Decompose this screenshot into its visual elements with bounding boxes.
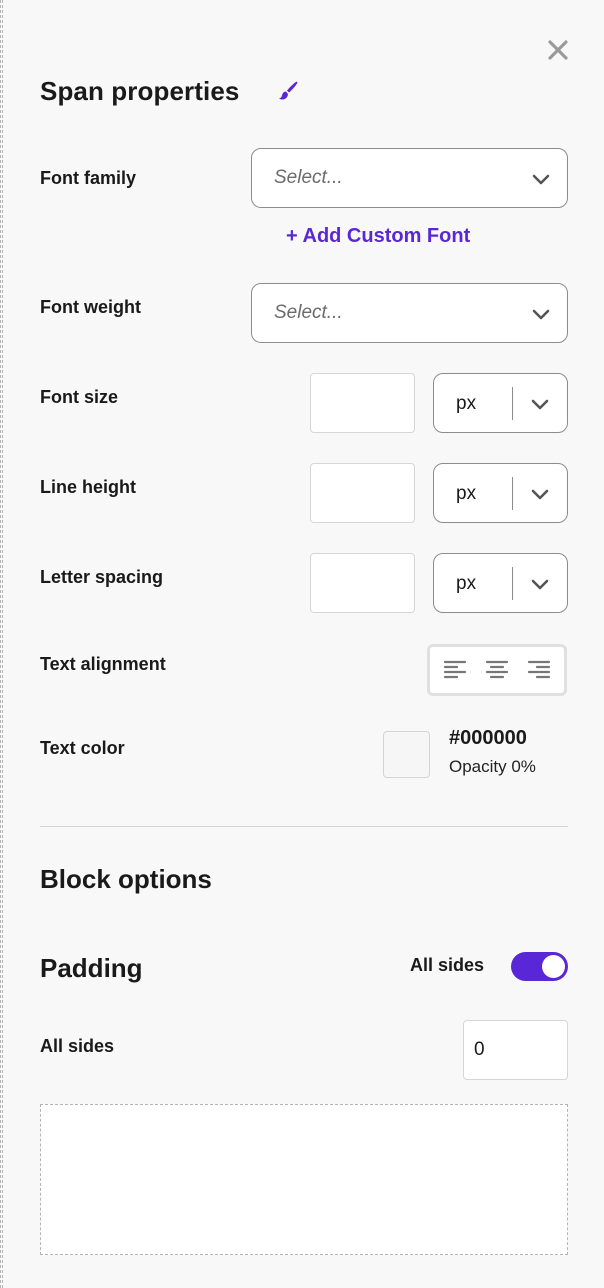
- text-alignment-label: Text alignment: [40, 654, 166, 674]
- chevron-down-icon: [531, 579, 549, 590]
- chevron-down-icon: [531, 399, 549, 410]
- font-size-label: Font size: [40, 387, 119, 407]
- align-right-icon[interactable]: [526, 657, 552, 683]
- select-divider: [512, 387, 513, 420]
- font-weight-select[interactable]: Select...: [251, 283, 568, 343]
- color-hex-value: #000000: [449, 727, 527, 749]
- letter-spacing-unit-select[interactable]: px: [433, 553, 568, 613]
- letter-spacing-label: Letter spacing: [40, 567, 164, 587]
- padding-preview-area: [40, 1104, 568, 1255]
- panel-left-border: [0, 0, 3, 1288]
- select-divider: [512, 477, 513, 510]
- font-family-placeholder: Select...: [274, 167, 343, 188]
- line-height-unit-select[interactable]: px: [433, 463, 568, 523]
- text-color-label: Text color: [40, 738, 125, 758]
- align-left-icon[interactable]: [442, 657, 468, 683]
- panel-title: Span properties: [40, 76, 240, 106]
- font-size-input[interactable]: [310, 373, 415, 433]
- all-sides-toggle-label: All sides: [410, 955, 485, 975]
- align-center-icon[interactable]: [484, 657, 510, 683]
- letter-spacing-input[interactable]: [310, 553, 415, 613]
- line-height-label: Line height: [40, 477, 136, 497]
- font-size-unit-select[interactable]: px: [433, 373, 568, 433]
- block-options-title: Block options: [40, 864, 212, 894]
- text-alignment-group: [427, 644, 567, 696]
- all-sides-label: All sides: [40, 1036, 115, 1056]
- select-divider: [512, 567, 513, 600]
- section-divider: [40, 826, 568, 827]
- font-weight-label: Font weight: [40, 297, 141, 317]
- font-family-select[interactable]: Select...: [251, 148, 568, 208]
- paintbrush-icon: [277, 80, 299, 102]
- chevron-down-icon: [531, 489, 549, 500]
- color-opacity: Opacity 0%: [449, 757, 536, 776]
- close-icon[interactable]: [546, 38, 570, 62]
- font-family-label: Font family: [40, 168, 137, 188]
- color-swatch[interactable]: [383, 731, 430, 778]
- panel-header: Span properties: [40, 76, 239, 107]
- letter-spacing-unit: px: [456, 573, 477, 594]
- padding-all-sides-input[interactable]: [463, 1020, 568, 1080]
- toggle-knob: [542, 955, 565, 978]
- font-weight-placeholder: Select...: [274, 302, 343, 323]
- font-size-unit: px: [456, 393, 477, 414]
- padding-title: Padding: [40, 953, 143, 983]
- add-custom-font-link[interactable]: + Add Custom Font: [286, 225, 470, 248]
- line-height-unit: px: [456, 483, 477, 504]
- line-height-input[interactable]: [310, 463, 415, 523]
- chevron-down-icon: [532, 174, 550, 185]
- chevron-down-icon: [532, 309, 550, 320]
- all-sides-toggle[interactable]: [511, 952, 568, 981]
